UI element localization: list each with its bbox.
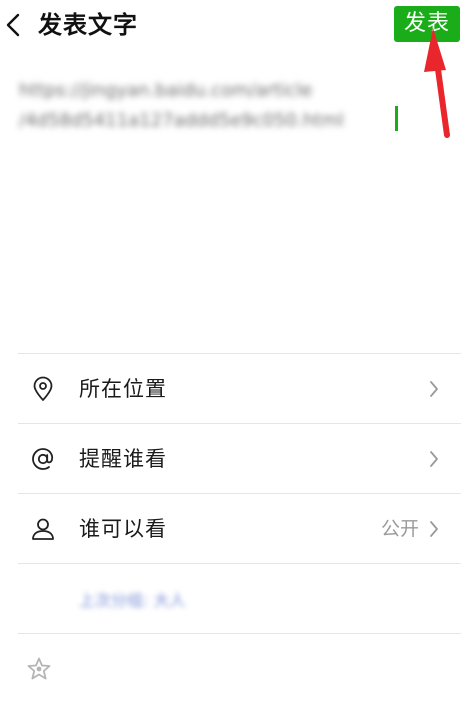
publish-button[interactable]: 发表 <box>394 6 460 42</box>
visibility-value: 公开 <box>380 518 419 540</box>
option-label: 谁可以看 <box>79 517 167 541</box>
star-icon[interactable] <box>26 656 52 682</box>
option-label: 提醒谁看 <box>79 447 167 471</box>
option-row-visibility[interactable]: 谁可以看 公开 <box>0 494 461 564</box>
chevron-right-icon <box>430 451 438 467</box>
post-text-input[interactable]: https://jingyan.baidu.com/article /4d58d… <box>19 76 409 136</box>
at-sign-icon <box>32 448 54 470</box>
divider <box>18 633 461 634</box>
page-title: 发表文字 <box>38 11 138 39</box>
text-cursor <box>395 106 398 131</box>
location-pin-icon <box>33 376 53 401</box>
option-label: 所在位置 <box>79 377 167 401</box>
back-chevron-icon[interactable] <box>3 10 23 40</box>
person-icon <box>32 518 54 540</box>
chevron-right-icon <box>430 521 438 537</box>
header-bar: 发表文字 发表 <box>0 0 461 52</box>
last-group-note[interactable]: 上次分组: 大人 <box>79 589 185 613</box>
chevron-right-icon <box>430 381 438 397</box>
option-row-mention[interactable]: 提醒谁看 <box>0 424 461 494</box>
option-row-location[interactable]: 所在位置 <box>0 354 461 424</box>
